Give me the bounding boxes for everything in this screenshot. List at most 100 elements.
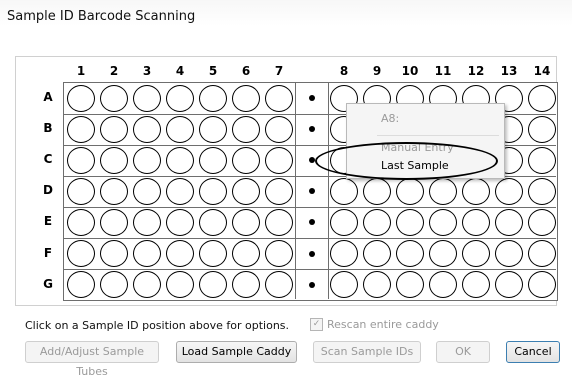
column-label-9: 9 (372, 64, 382, 78)
sample-well-D12[interactable] (462, 177, 490, 205)
sample-well-C2[interactable] (100, 146, 128, 174)
add-adjust-sample-tubes-button: Add/Adjust Sample Tubes (25, 341, 159, 378)
sample-well-B5[interactable] (199, 115, 227, 143)
sample-well-F12[interactable] (462, 240, 490, 267)
sample-well-A6[interactable] (232, 84, 260, 112)
sample-well-F14[interactable] (528, 240, 556, 267)
row-divider (63, 206, 556, 208)
column-label-5: 5 (208, 64, 218, 78)
sample-well-B7[interactable] (265, 115, 293, 143)
sample-well-F13[interactable] (495, 240, 523, 267)
sample-well-D11[interactable] (429, 177, 457, 205)
sample-well-E13[interactable] (495, 208, 523, 236)
column-label-11: 11 (434, 64, 452, 78)
sample-well-G8[interactable] (330, 271, 358, 299)
sample-well-A4[interactable] (166, 84, 194, 112)
sample-well-F7[interactable] (265, 240, 293, 267)
sample-well-E6[interactable] (232, 208, 260, 236)
sample-well-G11[interactable] (429, 271, 457, 299)
sample-well-D10[interactable] (396, 177, 424, 205)
rescan-label: Rescan entire caddy (327, 318, 439, 331)
sample-well-D13[interactable] (495, 177, 523, 205)
sample-well-G12[interactable] (462, 271, 490, 299)
sample-well-E10[interactable] (396, 208, 424, 236)
sample-well-E14[interactable] (528, 208, 556, 236)
sample-well-B14[interactable] (528, 115, 556, 143)
row-marker-dot (309, 95, 315, 101)
sample-well-A1[interactable] (67, 84, 95, 112)
sample-well-G7[interactable] (265, 271, 293, 299)
sample-well-A7[interactable] (265, 84, 293, 112)
sample-well-B1[interactable] (67, 115, 95, 143)
column-label-13: 13 (500, 64, 518, 78)
sample-well-E7[interactable] (265, 208, 293, 236)
sample-well-D2[interactable] (100, 177, 128, 205)
sample-well-F6[interactable] (232, 240, 260, 267)
sample-well-E3[interactable] (133, 208, 161, 236)
sample-well-G6[interactable] (232, 271, 260, 299)
sample-well-C7[interactable] (265, 146, 293, 174)
sample-well-C6[interactable] (232, 146, 260, 174)
sample-well-E5[interactable] (199, 208, 227, 236)
sample-well-D3[interactable] (133, 177, 161, 205)
sample-well-E1[interactable] (67, 208, 95, 236)
sample-well-F11[interactable] (429, 240, 457, 267)
sample-well-B3[interactable] (133, 115, 161, 143)
row-label-C: C (43, 152, 53, 167)
sample-well-C4[interactable] (166, 146, 194, 174)
sample-well-G4[interactable] (166, 271, 194, 299)
sample-well-D6[interactable] (232, 177, 260, 205)
row-divider (63, 238, 556, 239)
column-label-8: 8 (339, 64, 349, 78)
sample-well-E11[interactable] (429, 208, 457, 236)
sample-well-D8[interactable] (330, 177, 358, 205)
sample-well-F10[interactable] (396, 240, 424, 267)
row-marker-dot (309, 281, 315, 288)
column-label-10: 10 (401, 64, 419, 78)
sample-well-G13[interactable] (495, 271, 523, 299)
sample-well-F9[interactable] (363, 240, 391, 267)
sample-well-C5[interactable] (199, 146, 227, 174)
sample-well-E2[interactable] (100, 208, 128, 236)
load-sample-caddy-button[interactable]: Load Sample Caddy (176, 341, 297, 363)
sample-well-D4[interactable] (166, 177, 194, 205)
sample-well-A14[interactable] (528, 84, 556, 112)
row-divider (63, 269, 556, 271)
sample-well-E4[interactable] (166, 208, 194, 236)
sample-well-C1[interactable] (67, 146, 95, 174)
sample-well-F8[interactable] (330, 240, 358, 267)
sample-well-F2[interactable] (100, 240, 128, 267)
sample-well-E12[interactable] (462, 208, 490, 236)
sample-well-G10[interactable] (396, 271, 424, 299)
sample-well-D7[interactable] (265, 177, 293, 205)
sample-well-D9[interactable] (363, 177, 391, 205)
sample-well-B2[interactable] (100, 115, 128, 143)
sample-well-E8[interactable] (330, 208, 358, 236)
sample-well-F4[interactable] (166, 240, 194, 267)
sample-well-G2[interactable] (100, 271, 128, 299)
sample-well-D1[interactable] (67, 177, 95, 205)
sample-well-G9[interactable] (363, 271, 391, 299)
sample-well-G3[interactable] (133, 271, 161, 299)
row-marker-dot (309, 250, 315, 257)
sample-well-C3[interactable] (133, 146, 161, 174)
sample-well-D14[interactable] (528, 177, 556, 205)
sample-well-E9[interactable] (363, 208, 391, 236)
column-label-14: 14 (533, 64, 551, 78)
row-label-B: B (43, 121, 53, 136)
sample-well-D5[interactable] (199, 177, 227, 205)
sample-well-A2[interactable] (100, 84, 128, 112)
cancel-button[interactable]: Cancel (506, 341, 560, 363)
sample-well-G5[interactable] (199, 271, 227, 299)
sample-well-A5[interactable] (199, 84, 227, 112)
sample-well-C14[interactable] (528, 146, 556, 174)
sample-well-F3[interactable] (133, 240, 161, 267)
sample-well-G1[interactable] (67, 271, 95, 299)
sample-well-G14[interactable] (528, 271, 556, 299)
sample-well-F5[interactable] (199, 240, 227, 267)
sample-well-F1[interactable] (67, 240, 95, 267)
sample-well-B6[interactable] (232, 115, 260, 143)
row-label-A: A (43, 90, 53, 104)
sample-well-A3[interactable] (133, 84, 161, 112)
sample-well-B4[interactable] (166, 115, 194, 143)
